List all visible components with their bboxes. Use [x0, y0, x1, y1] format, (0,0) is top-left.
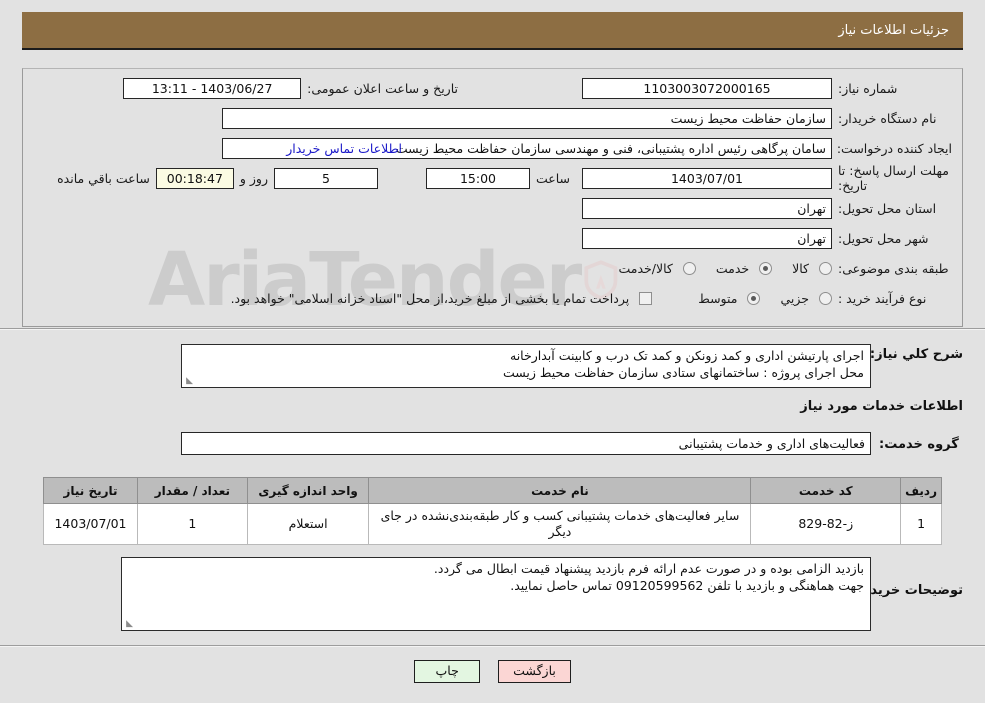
- service-group-value: فعالیت‌های اداری و خدمات پشتیبانی: [181, 431, 871, 455]
- header-wrap: جزئیات اطلاعات نیاز: [0, 0, 985, 62]
- delivery-city-value: تهران: [582, 227, 832, 249]
- row-delivery-province: استان محل تحویل: تهران: [23, 193, 962, 223]
- buyer-notes-textarea[interactable]: بازدید الزامی بوده و در صورت عدم ارائه ف…: [121, 557, 871, 631]
- cell-service-name: سایر فعالیت‌های خدمات پشتیبانی کسب و کار…: [368, 503, 752, 545]
- table-row: 1 ز-82-829 سایر فعالیت‌های خدمات پشتیبان…: [43, 503, 942, 545]
- resize-grip-icon[interactable]: ◣: [124, 620, 133, 629]
- th-need-date: تاریخ نیاز: [43, 477, 138, 504]
- need-number-label: شماره نیاز:: [838, 80, 898, 96]
- radio-category-goods-label: کالا: [792, 260, 809, 276]
- islamic-treasury-bonds-label: پرداخت تمام یا بخشی از مبلغ خرید،از محل …: [230, 290, 630, 306]
- service-items-table: ردیف کد خدمت نام خدمت واحد اندازه گیری ت…: [43, 477, 942, 545]
- page-title: جزئیات اطلاعات نیاز: [838, 22, 949, 38]
- need-info-panel: شماره نیاز: 1103003072000165 تاریخ و ساع…: [22, 68, 963, 327]
- th-unit: واحد اندازه گیری: [246, 477, 370, 504]
- radio-category-service[interactable]: [759, 261, 773, 275]
- radio-process-medium-label: متوسط: [698, 290, 738, 306]
- table-header-row: ردیف کد خدمت نام خدمت واحد اندازه گیری ت…: [43, 477, 942, 504]
- row-response-deadline: مهلت ارسال پاسخ: تا تاریخ: 1403/07/01 سا…: [23, 163, 962, 193]
- row-buyer-org: نام دستگاه خریدار: سازمان حفاظت محیط زیس…: [23, 103, 962, 133]
- remaining-days-label: روز و: [239, 170, 268, 186]
- general-description-line2: محل اجرای پروژه : ساختمانهای ستادی سازما…: [502, 365, 864, 380]
- cell-service-code: ز-82-829: [750, 503, 902, 545]
- page-root: AriaTender جزئیات اطلاعات نیاز شماره نیا…: [0, 0, 985, 703]
- buyer-notes-line1: بازدید الزامی بوده و در صورت عدم ارائه ف…: [433, 561, 864, 576]
- remaining-days-value: 5: [273, 167, 378, 189]
- general-description-section: شرح کلي نیاز: اجرای پارتیشن اداری و کمد …: [22, 344, 963, 392]
- delivery-province-label: استان محل تحویل:: [838, 200, 937, 216]
- radio-category-service-label: خدمت: [715, 260, 750, 276]
- radio-process-minor[interactable]: [819, 291, 832, 305]
- print-button[interactable]: چاپ: [414, 659, 481, 683]
- purchase-process-label: نوع فرآیند خرید :: [838, 290, 927, 306]
- row-subject-category: طبقه بندی موضوعی: کالا خدمت کالا/خدمت: [23, 253, 962, 283]
- countdown-timer-label: ساعت باقي مانده: [57, 170, 150, 186]
- buyer-org-value: سازمان حفاظت محیط زیست: [222, 107, 832, 129]
- general-description-label: شرح کلي نیاز:: [869, 347, 963, 362]
- footer-buttons: بازگشت چاپ: [0, 655, 985, 687]
- back-button[interactable]: بازگشت: [498, 659, 571, 683]
- service-group-row: گروه خدمت: فعالیت‌های اداری و خدمات پشتی…: [22, 429, 963, 457]
- row-need-number: شماره نیاز: 1103003072000165 تاریخ و ساع…: [23, 73, 962, 103]
- row-request-creator: ایجاد کننده درخواست: سامان پرگاهی رئیس ا…: [23, 133, 962, 163]
- delivery-city-label: شهر محل تحویل:: [838, 230, 929, 246]
- th-service-name: نام خدمت: [368, 477, 752, 504]
- radio-category-goods[interactable]: [819, 261, 832, 275]
- services-section-heading: اطلاعات خدمات مورد نیاز: [800, 399, 963, 414]
- th-service-code: کد خدمت: [750, 477, 902, 504]
- buyer-contact-link[interactable]: اطلاعات تماس خریدار: [286, 141, 402, 156]
- radio-category-goods-service-label: کالا/خدمت: [618, 260, 673, 276]
- general-description-line1: اجرای پارتیشن اداری و کمد زونکن و کمد تک…: [510, 348, 864, 363]
- checkbox-islamic-treasury-bonds[interactable]: [639, 291, 653, 305]
- divider-bottom: [0, 645, 985, 647]
- cell-need-date: 1403/07/01: [43, 503, 138, 545]
- divider-top: [0, 328, 985, 330]
- general-description-textarea[interactable]: اجرای پارتیشن اداری و کمد زونکن و کمد تک…: [181, 344, 871, 388]
- row-purchase-process: نوع فرآیند خرید : جزیي متوسط پرداخت تمام…: [23, 283, 962, 313]
- subject-category-label: طبقه بندی موضوعی:: [838, 260, 949, 276]
- cell-quantity: 1: [137, 503, 248, 545]
- cell-row-number: 1: [900, 503, 942, 545]
- radio-process-minor-label: جزیي: [780, 290, 809, 306]
- service-group-label: گروه خدمت:: [879, 437, 959, 452]
- th-row-number: ردیف: [900, 477, 942, 504]
- radio-process-medium[interactable]: [747, 291, 761, 305]
- header-bar: جزئیات اطلاعات نیاز: [22, 12, 963, 50]
- cell-unit: استعلام: [246, 503, 370, 545]
- buyer-notes-section: توضیحات خریدار: بازدید الزامی بوده و در …: [22, 557, 963, 633]
- resize-grip-icon[interactable]: ◣: [184, 377, 193, 386]
- request-creator-label: ایجاد کننده درخواست:: [836, 140, 952, 156]
- deadline-hour-label: ساعت: [535, 170, 570, 186]
- th-quantity: تعداد / مقدار: [137, 477, 248, 504]
- deadline-hour-value: 15:00: [425, 167, 530, 189]
- need-number-value: 1103003072000165: [582, 77, 832, 99]
- buyer-notes-line2: جهت هماهنگی و بازدید با تلفن 09120599562…: [510, 578, 864, 593]
- announce-datetime-value: 1403/06/27 - 13:11: [123, 77, 302, 99]
- countdown-timer-value: 00:18:47: [155, 167, 234, 189]
- delivery-province-value: تهران: [582, 197, 832, 219]
- response-deadline-label: مهلت ارسال پاسخ: تا تاریخ:: [838, 163, 949, 193]
- row-delivery-city: شهر محل تحویل: تهران: [23, 223, 962, 253]
- buyer-notes-label: توضیحات خریدار:: [853, 583, 963, 598]
- deadline-date-value: 1403/07/01: [582, 167, 832, 189]
- radio-category-goods-service[interactable]: [682, 261, 696, 275]
- buyer-org-label: نام دستگاه خریدار:: [838, 110, 937, 126]
- announce-datetime-label: تاریخ و ساعت اعلان عمومی:: [307, 80, 458, 96]
